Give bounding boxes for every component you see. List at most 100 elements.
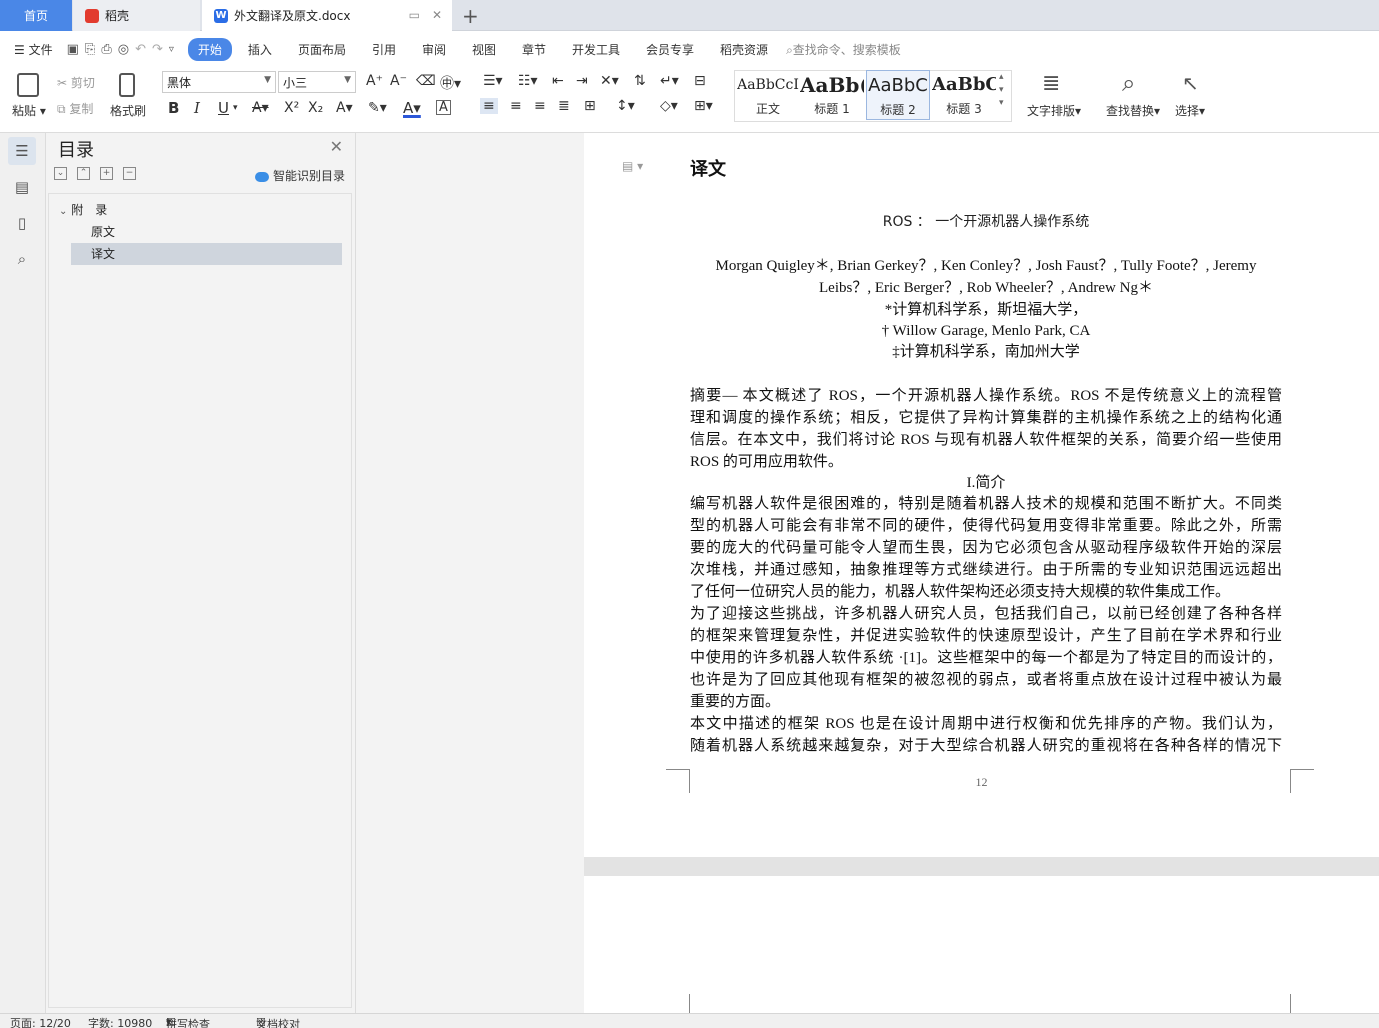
menu-view[interactable]: 视图 [462, 41, 506, 58]
line-spacing-icon[interactable]: ↕▾ [616, 98, 635, 114]
undo-icon[interactable]: ↶ [135, 42, 146, 57]
close-icon[interactable]: ✕ [432, 8, 442, 22]
font-color-icon[interactable]: A▾ [403, 99, 421, 117]
text-line: 为了迎接这些挑战，许多机器人研究人员，包括我们自己，以前已经创建了各种各样 [690, 606, 1282, 622]
expand-all-icon[interactable]: ⌄ [54, 167, 67, 180]
menu-start[interactable]: 开始 [187, 37, 232, 61]
chevron-down-icon[interactable]: ⌄ [59, 206, 67, 217]
copy-button[interactable]: ⧉ 复制 [57, 100, 93, 117]
superscript-icon[interactable]: X² [284, 100, 299, 116]
align-right-icon[interactable]: ≡ [534, 98, 546, 114]
style-heading-2[interactable]: AaBbC 标题 2 [866, 70, 930, 120]
chinese-layout-icon[interactable]: ✕▾ [600, 73, 619, 89]
smart-toc-button[interactable]: 智能识别目录 [254, 167, 345, 184]
save-icon[interactable]: ▣ [67, 42, 79, 57]
add-item-icon[interactable]: + [100, 167, 113, 180]
align-left-icon[interactable]: ≡ [480, 98, 498, 114]
file-menu[interactable]: ☰ 文件 [0, 41, 63, 58]
paragraph-menu-icon[interactable]: ▤ ▾ [622, 159, 643, 173]
borders-icon[interactable]: ⊞▾ [694, 98, 713, 114]
bold-button[interactable]: B [168, 99, 179, 117]
menu-daoke-resources[interactable]: 稻壳资源 [710, 41, 778, 58]
page-indicator[interactable]: 页面: 12/20 [10, 1015, 71, 1028]
bullet-list-icon[interactable]: ☰▾ [483, 73, 503, 89]
distribute-icon[interactable]: ⊞ [584, 98, 596, 114]
paste-icon[interactable] [17, 73, 39, 97]
search-icon[interactable]: ⌕ [8, 245, 36, 273]
menu-review[interactable]: 审阅 [412, 41, 456, 58]
chapter-nav-icon[interactable]: ▤ [8, 173, 36, 201]
toc-item-translation[interactable]: 译文 [71, 243, 342, 265]
toc-item-appendix[interactable]: ⌄ 附 录 [59, 199, 339, 221]
document-page-next[interactable] [584, 876, 1379, 1016]
text-effect-icon[interactable]: A▾ [336, 100, 353, 116]
toc-item-original[interactable]: 原文 [91, 221, 341, 243]
text-layout-icon[interactable]: ≣ [1042, 71, 1060, 96]
font-family-select[interactable]: 黑体 ▼ [162, 71, 276, 93]
subscript-icon[interactable]: X₂ [308, 100, 323, 116]
grow-font-icon[interactable]: A⁺ [366, 73, 383, 89]
toc-panel-icon[interactable]: ☰ [8, 137, 36, 165]
numbered-list-icon[interactable]: ☷▾ [518, 73, 538, 89]
style-heading-3[interactable]: AaBbC 标题 3 [932, 70, 996, 120]
menu-chapter[interactable]: 章节 [512, 41, 556, 58]
print-preview-icon[interactable]: ◎ [118, 42, 129, 57]
justify-icon[interactable]: ≣ [558, 98, 570, 114]
underline-button[interactable]: U [218, 99, 229, 117]
italic-button[interactable]: I [194, 99, 200, 117]
format-painter-button[interactable]: 格式刷 [110, 102, 146, 119]
print-icon[interactable]: ⎙ [101, 42, 111, 57]
word-count[interactable]: 字数: 10980 [88, 1015, 152, 1028]
document-page[interactable]: ▤ ▾ 译文 ROS ： 一个开源机器人操作系统 Morgan Quigley＊… [584, 133, 1379, 857]
affiliation-1: *计算机科学系，斯坦福大学， [884, 302, 1088, 318]
affiliation-3: ‡计算机科学系，南加州大学 [892, 344, 1080, 360]
menu-member[interactable]: 会员专享 [636, 41, 704, 58]
paste-button[interactable]: 粘贴 ▾ [12, 102, 46, 119]
collapse-all-icon[interactable]: ⌃ [77, 167, 90, 180]
strikethrough-icon[interactable]: A▾ [252, 100, 269, 116]
font-size-select[interactable]: 小三 ▼ [278, 71, 356, 93]
close-icon[interactable]: ✕ [330, 137, 343, 156]
cut-button[interactable]: ✂ 剪切 [57, 74, 95, 91]
highlight-icon[interactable]: ✎▾ [368, 100, 387, 116]
menu-page-layout[interactable]: 页面布局 [288, 41, 356, 58]
shading-icon[interactable]: ◇▾ [660, 98, 678, 114]
format-painter-icon[interactable] [119, 73, 135, 97]
sort-icon[interactable]: ⇅ [634, 73, 646, 89]
style-normal[interactable]: AaBbCcI 正文 [736, 70, 800, 120]
authors-line-1: Morgan Quigley＊, Brian Gerkey？, Ken Conl… [715, 258, 1257, 274]
window-icon[interactable]: ▭ [409, 8, 420, 22]
shrink-font-icon[interactable]: A⁻ [390, 73, 407, 89]
find-replace-button[interactable]: 查找替换▾ [1106, 102, 1160, 119]
more-icon[interactable]: ▿ [169, 44, 174, 55]
menu-reference[interactable]: 引用 [362, 41, 406, 58]
remove-item-icon[interactable]: − [123, 167, 136, 180]
tab-daoke[interactable]: 稻壳 [73, 0, 200, 31]
select-button[interactable]: 选择▾ [1175, 102, 1205, 119]
tab-home[interactable]: 首页 [0, 0, 72, 31]
redo-icon[interactable]: ↷ [152, 42, 163, 57]
cursor-icon[interactable]: ↖ [1182, 71, 1199, 95]
clear-format-icon[interactable]: ⌫ [416, 73, 436, 89]
export-icon[interactable]: ⎘ [85, 42, 95, 57]
magnifier-icon[interactable]: ⌕ [1122, 69, 1135, 97]
increase-indent-icon[interactable]: ⇥ [576, 73, 588, 89]
new-tab-icon[interactable]: + [462, 4, 479, 28]
spell-check-toggle[interactable]: ☑ 拼写检查 ▾ [166, 1015, 210, 1028]
char-border-icon[interactable]: A [436, 100, 451, 115]
underline-dropdown-icon[interactable]: ▾ [233, 103, 238, 113]
tab-document[interactable]: W 外文翻译及原文.docx ▭ ✕ [202, 0, 452, 31]
authors-line-2: Leibs？, Eric Berger？, Rob Wheeler？, Andr… [819, 280, 1153, 296]
show-marks-icon[interactable]: ↵▾ [660, 73, 679, 89]
text-layout-button[interactable]: 文字排版▾ [1027, 102, 1081, 119]
menu-developer[interactable]: 开发工具 [562, 41, 630, 58]
bookmark-icon[interactable]: ▯ [8, 209, 36, 237]
decrease-indent-icon[interactable]: ⇤ [552, 73, 564, 89]
style-heading-1[interactable]: AaBb( 标题 1 [800, 70, 864, 120]
menu-insert[interactable]: 插入 [238, 41, 282, 58]
tab-leader-icon[interactable]: ⊟ [694, 73, 706, 89]
align-center-icon[interactable]: ≡ [510, 98, 522, 114]
command-search[interactable]: ⌕查找命令、搜索模板 [786, 41, 901, 58]
style-scroll-icon[interactable]: ▴ ▾ ▾ [999, 71, 1004, 110]
phonetic-icon[interactable]: ㊥▾ [440, 73, 461, 93]
